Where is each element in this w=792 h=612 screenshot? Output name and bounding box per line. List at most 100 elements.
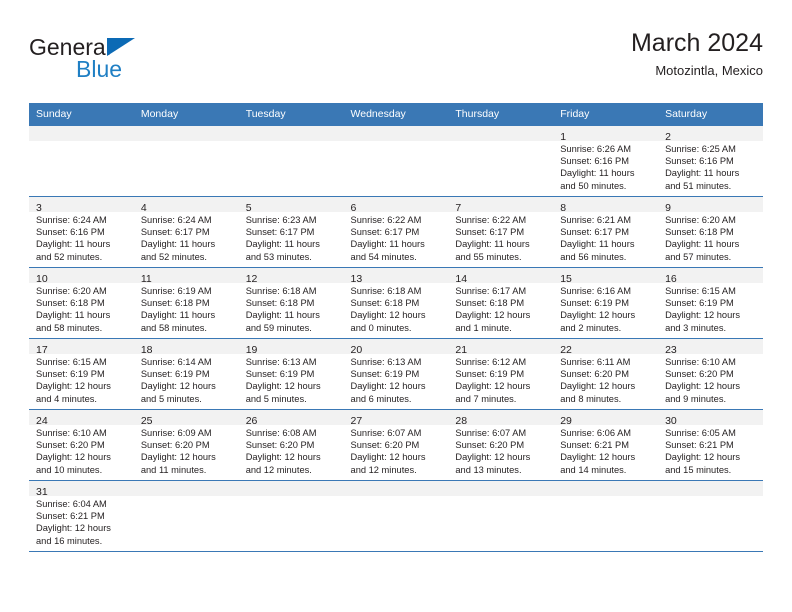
day-detail-line: Sunset: 6:16 PM bbox=[36, 227, 105, 238]
day-detail-line: and 5 minutes. bbox=[140, 393, 202, 404]
calendar-day-cell[interactable]: 24 Sunrise: 6:10 AM Sunset: 6:20 PM Dayligh… bbox=[29, 409, 134, 481]
day-cell-inner: 30 Sunrise: 6:05 AM Sunset: 6:21 PM Dayligh… bbox=[658, 410, 763, 480]
calendar-day-cell[interactable]: 10 Sunrise: 6:20 AM Sunset: 6:18 PM Dayligh… bbox=[29, 267, 134, 339]
day-detail-line: Daylight: 12 hours bbox=[140, 381, 216, 392]
day-detail-line: Sunrise: 6:21 AM bbox=[560, 215, 632, 225]
calendar-day-cell[interactable]: 6 Sunrise: 6:22 AM Sunset: 6:17 PM Daylight… bbox=[343, 196, 449, 268]
calendar-day-cell[interactable]: 18 Sunrise: 6:14 AM Sunset: 6:19 PM Dayligh… bbox=[133, 338, 239, 410]
calendar-day-cell[interactable]: 26 Sunrise: 6:08 AM Sunset: 6:20 PM Dayligh… bbox=[238, 409, 344, 481]
day-cell-inner: 1 Sunrise: 6:26 AM Sunset: 6:16 PM Daylight… bbox=[553, 126, 659, 196]
day-cell-details: Sunrise: 6:12 AM Sunset: 6:19 PM Daylight:… bbox=[448, 354, 553, 405]
day-detail-line: Daylight: 12 hours bbox=[350, 452, 426, 463]
calendar-empty-cell bbox=[238, 125, 344, 197]
day-detail-line: and 56 minutes. bbox=[560, 251, 627, 262]
day-number-band: 25 bbox=[133, 410, 239, 427]
calendar-day-cell[interactable]: 29 Sunrise: 6:06 AM Sunset: 6:21 PM Dayligh… bbox=[553, 409, 659, 481]
calendar-day-cell[interactable]: 3 Sunrise: 6:24 AM Sunset: 6:16 PM Daylight… bbox=[29, 196, 134, 268]
day-cell-inner bbox=[133, 126, 239, 196]
calendar-day-cell[interactable]: 13 Sunrise: 6:18 AM Sunset: 6:18 PM Dayligh… bbox=[343, 267, 449, 339]
calendar-day-cell[interactable]: 11 Sunrise: 6:19 AM Sunset: 6:18 PM Dayligh… bbox=[133, 267, 239, 339]
day-detail-line: Sunrise: 6:10 AM bbox=[665, 357, 736, 367]
day-detail-line: Sunset: 6:19 PM bbox=[140, 369, 210, 380]
calendar-empty-cell bbox=[343, 480, 449, 552]
day-detail-line: Sunset: 6:18 PM bbox=[36, 298, 105, 309]
day-number: 16 bbox=[665, 273, 677, 285]
day-detail-line: Sunset: 6:18 PM bbox=[455, 298, 525, 309]
day-cell-details: Sunrise: 6:16 AM Sunset: 6:19 PM Daylight:… bbox=[553, 283, 658, 334]
day-cell-details: Sunrise: 6:06 AM Sunset: 6:21 PM Daylight:… bbox=[553, 425, 658, 476]
calendar-day-cell[interactable]: 31 Sunrise: 6:04 AM Sunset: 6:21 PM Dayligh… bbox=[29, 480, 134, 552]
calendar-day-cell[interactable]: 7 Sunrise: 6:22 AM Sunset: 6:17 PM Daylight… bbox=[448, 196, 554, 268]
day-number-band: 11 bbox=[133, 268, 239, 285]
logo-triangle-icon bbox=[107, 38, 135, 56]
day-detail-line: Sunset: 6:20 PM bbox=[455, 440, 525, 451]
day-number: 6 bbox=[350, 202, 357, 214]
day-number: 31 bbox=[36, 486, 48, 498]
day-detail-line: Sunrise: 6:15 AM bbox=[665, 286, 736, 296]
weekday-header: Sunday Monday Tuesday Wednesday Thursday Frid… bbox=[29, 103, 763, 126]
day-number: 29 bbox=[560, 415, 572, 427]
day-detail-line: Daylight: 11 hours bbox=[140, 239, 216, 250]
day-number: 4 bbox=[140, 202, 147, 214]
calendar-week-row: 17 Sunrise: 6:15 AM Sunset: 6:19 PM Dayligh… bbox=[29, 338, 763, 410]
day-number: 22 bbox=[560, 344, 572, 356]
calendar-day-cell[interactable]: 21 Sunrise: 6:12 AM Sunset: 6:19 PM Dayligh… bbox=[448, 338, 554, 410]
day-detail-line: Sunset: 6:17 PM bbox=[560, 227, 629, 238]
day-detail-line: Daylight: 12 hours bbox=[140, 452, 216, 463]
day-cell-details: Sunrise: 6:22 AM Sunset: 6:17 PM Daylight:… bbox=[344, 212, 449, 263]
day-number: 10 bbox=[36, 273, 48, 285]
weekday-header-friday: Friday bbox=[553, 103, 659, 126]
day-number-band: 1 bbox=[553, 126, 659, 143]
calendar-day-cell[interactable]: 20 Sunrise: 6:13 AM Sunset: 6:19 PM Dayligh… bbox=[343, 338, 449, 410]
day-number-band bbox=[238, 126, 344, 141]
day-cell-inner bbox=[133, 481, 239, 551]
day-detail-line: Daylight: 12 hours bbox=[350, 310, 426, 321]
day-detail-line: Sunrise: 6:14 AM bbox=[140, 357, 212, 367]
day-detail-line: Sunset: 6:17 PM bbox=[455, 227, 525, 238]
calendar-day-cell[interactable]: 1 Sunrise: 6:26 AM Sunset: 6:16 PM Daylight… bbox=[553, 125, 659, 197]
day-cell-details: Sunrise: 6:13 AM Sunset: 6:19 PM Daylight:… bbox=[344, 354, 449, 405]
day-detail-line: Sunrise: 6:09 AM bbox=[140, 428, 212, 438]
day-detail-line: Sunset: 6:17 PM bbox=[245, 227, 315, 238]
day-detail-line: Sunset: 6:18 PM bbox=[140, 298, 210, 309]
calendar-day-cell[interactable]: 12 Sunrise: 6:18 AM Sunset: 6:18 PM Dayligh… bbox=[238, 267, 344, 339]
day-detail-line: Daylight: 12 hours bbox=[350, 381, 426, 392]
day-cell-details: Sunrise: 6:07 AM Sunset: 6:20 PM Daylight:… bbox=[344, 425, 449, 476]
day-number-band: 15 bbox=[553, 268, 659, 285]
calendar-day-cell[interactable]: 14 Sunrise: 6:17 AM Sunset: 6:18 PM Dayligh… bbox=[448, 267, 554, 339]
day-number-band: 2 bbox=[658, 126, 763, 143]
day-cell-details: Sunrise: 6:11 AM Sunset: 6:20 PM Daylight:… bbox=[553, 354, 658, 405]
day-detail-line: Daylight: 12 hours bbox=[560, 452, 636, 463]
calendar-day-cell[interactable]: 15 Sunrise: 6:16 AM Sunset: 6:19 PM Dayligh… bbox=[553, 267, 659, 339]
day-detail-line: Daylight: 11 hours bbox=[350, 239, 425, 250]
calendar-day-cell[interactable]: 16 Sunrise: 6:15 AM Sunset: 6:19 PM Dayligh… bbox=[658, 267, 763, 339]
day-cell-details bbox=[448, 141, 553, 143]
day-detail-line: Sunrise: 6:16 AM bbox=[560, 286, 632, 296]
calendar-day-cell[interactable]: 4 Sunrise: 6:24 AM Sunset: 6:17 PM Daylight… bbox=[133, 196, 239, 268]
day-detail-line: Sunset: 6:18 PM bbox=[245, 298, 315, 309]
calendar-day-cell[interactable]: 25 Sunrise: 6:09 AM Sunset: 6:20 PM Dayligh… bbox=[133, 409, 239, 481]
day-number: 15 bbox=[560, 273, 572, 285]
calendar-day-cell[interactable]: 5 Sunrise: 6:23 AM Sunset: 6:17 PM Daylight… bbox=[238, 196, 344, 268]
day-detail-line: Daylight: 11 hours bbox=[140, 310, 216, 321]
general-blue-logo[interactable]: General Blue bbox=[29, 34, 229, 90]
day-detail-line: Sunset: 6:19 PM bbox=[455, 369, 525, 380]
calendar-day-cell[interactable]: 19 Sunrise: 6:13 AM Sunset: 6:19 PM Dayligh… bbox=[238, 338, 344, 410]
calendar-day-cell[interactable]: 22 Sunrise: 6:11 AM Sunset: 6:20 PM Dayligh… bbox=[553, 338, 659, 410]
day-detail-line: Sunrise: 6:08 AM bbox=[245, 428, 317, 438]
calendar-day-cell[interactable]: 17 Sunrise: 6:15 AM Sunset: 6:19 PM Dayligh… bbox=[29, 338, 134, 410]
calendar-day-cell[interactable]: 27 Sunrise: 6:07 AM Sunset: 6:20 PM Dayligh… bbox=[343, 409, 449, 481]
day-cell-inner: 11 Sunrise: 6:19 AM Sunset: 6:18 PM Dayligh… bbox=[133, 268, 239, 338]
calendar-header-row: Sunday Monday Tuesday Wednesday Thursday Frid… bbox=[29, 103, 763, 126]
day-number: 2 bbox=[665, 131, 671, 143]
day-cell-inner bbox=[448, 126, 554, 196]
calendar-day-cell[interactable]: 9 Sunrise: 6:20 AM Sunset: 6:18 PM Daylight… bbox=[658, 196, 763, 268]
calendar-day-cell[interactable]: 2 Sunrise: 6:25 AM Sunset: 6:16 PM Daylight… bbox=[658, 125, 763, 197]
day-detail-line: Sunset: 6:20 PM bbox=[140, 440, 210, 451]
calendar-day-cell[interactable]: 8 Sunrise: 6:21 AM Sunset: 6:17 PM Daylight… bbox=[553, 196, 659, 268]
calendar-day-cell[interactable]: 28 Sunrise: 6:07 AM Sunset: 6:20 PM Dayligh… bbox=[448, 409, 554, 481]
day-number-band bbox=[448, 481, 554, 496]
day-detail-line: Sunrise: 6:24 AM bbox=[36, 215, 107, 225]
calendar-day-cell[interactable]: 30 Sunrise: 6:05 AM Sunset: 6:21 PM Dayligh… bbox=[658, 409, 763, 481]
calendar-day-cell[interactable]: 23 Sunrise: 6:10 AM Sunset: 6:20 PM Dayligh… bbox=[658, 338, 763, 410]
